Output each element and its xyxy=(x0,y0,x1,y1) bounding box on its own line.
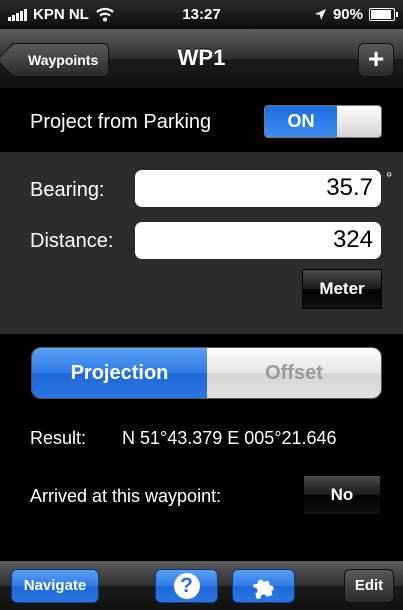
distance-input[interactable]: 324 xyxy=(135,222,381,259)
help-icon: ? xyxy=(173,573,200,599)
arrived-label: Arrived at this waypoint: xyxy=(30,486,222,506)
segment-projection[interactable]: Projection xyxy=(32,348,207,398)
bearing-distance-section: Bearing: 35.7 ° Distance: 324 Meter xyxy=(0,152,403,334)
distance-label: Distance: xyxy=(30,230,114,252)
puzzle-piece-icon xyxy=(252,579,274,599)
degree-unit: ° xyxy=(386,170,393,187)
project-from-parking-toggle[interactable]: ON xyxy=(264,105,382,138)
battery-percent: 90% xyxy=(332,6,363,23)
mode-segmented-control: Projection Offset xyxy=(31,347,382,399)
edit-button[interactable]: Edit xyxy=(344,569,394,603)
bottom-toolbar: Navigate ? Edit xyxy=(0,560,403,610)
result-label: Result: xyxy=(30,428,87,448)
add-button[interactable]: + xyxy=(358,43,394,77)
segment-offset[interactable]: Offset xyxy=(207,348,381,398)
bearing-label: Bearing: xyxy=(30,179,105,201)
distance-unit-button[interactable]: Meter xyxy=(302,269,382,309)
status-bar: KPN NL 13:27 90% xyxy=(0,0,403,29)
battery-icon xyxy=(369,8,398,21)
result-value: N 51°43.379 E 005°21.646 xyxy=(122,428,337,448)
location-arrow-icon xyxy=(314,9,326,20)
status-right-group: 90% xyxy=(314,6,398,23)
arrived-button[interactable]: No xyxy=(303,475,381,515)
help-button[interactable]: ? xyxy=(155,569,218,603)
navigate-button[interactable]: Navigate xyxy=(11,569,99,603)
bearing-input[interactable]: 35.7 xyxy=(135,170,381,207)
back-button-label: Waypoints xyxy=(28,52,99,68)
project-section: Project from Parking ON xyxy=(0,90,403,152)
project-from-parking-label: Project from Parking xyxy=(30,111,212,133)
toggle-knob xyxy=(337,106,381,137)
toggle-on-label: ON xyxy=(265,106,337,137)
result-section: Projection Offset Result: N 51°43.379 E … xyxy=(0,334,403,560)
puzzle-button[interactable] xyxy=(232,569,295,603)
navigation-bar: Waypoints WP1 + xyxy=(0,29,403,89)
